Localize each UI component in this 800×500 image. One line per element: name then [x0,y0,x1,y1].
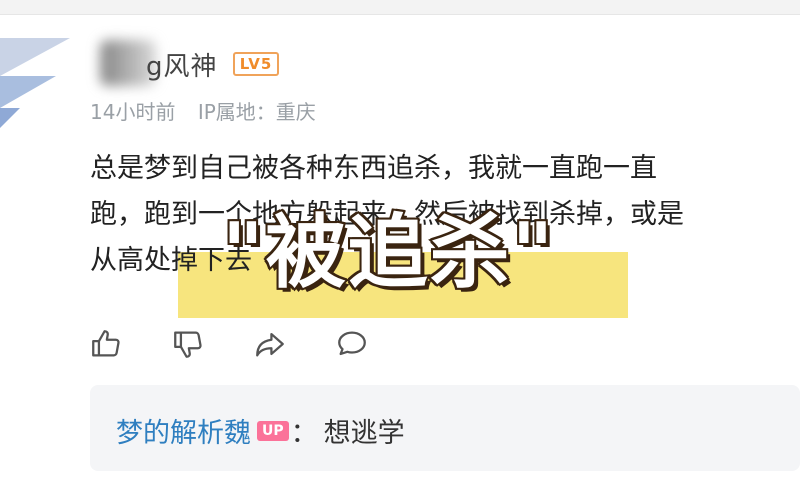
comment-line-1: 总是梦到自己被各种东西追杀，我就一直跑一直 [90,153,657,184]
level-badge: LV5 [233,52,279,76]
share-button[interactable] [250,326,290,366]
reply-author[interactable]: 梦的解析魏 [116,411,251,450]
comment-username[interactable]: g风神 [146,46,218,83]
comment-meta: 14小时前 IP属地：重庆 [90,96,332,125]
reply-line: 梦的解析魏 UP ： 想逃学 [116,411,405,450]
reply-preview[interactable]: 梦的解析魏 UP ： 想逃学 [90,385,800,471]
comment-actions [86,326,372,366]
thumbs-up-icon [89,327,123,365]
thumbs-down-icon [171,327,205,365]
avatar[interactable] [0,38,70,128]
like-button[interactable] [86,326,126,366]
reply-colon: ： [290,418,318,449]
up-badge: UP [257,420,289,441]
reply-button[interactable] [332,326,372,366]
reply-text: 想逃学 [323,418,405,449]
ip-location: IP属地：重庆 [197,100,316,124]
dislike-button[interactable] [168,326,208,366]
share-icon [253,327,287,365]
comment-time: 14小时前 [90,100,176,124]
top-strip [0,0,800,15]
overlay-caption: "被追杀" [220,204,556,301]
reply-icon [335,327,369,365]
